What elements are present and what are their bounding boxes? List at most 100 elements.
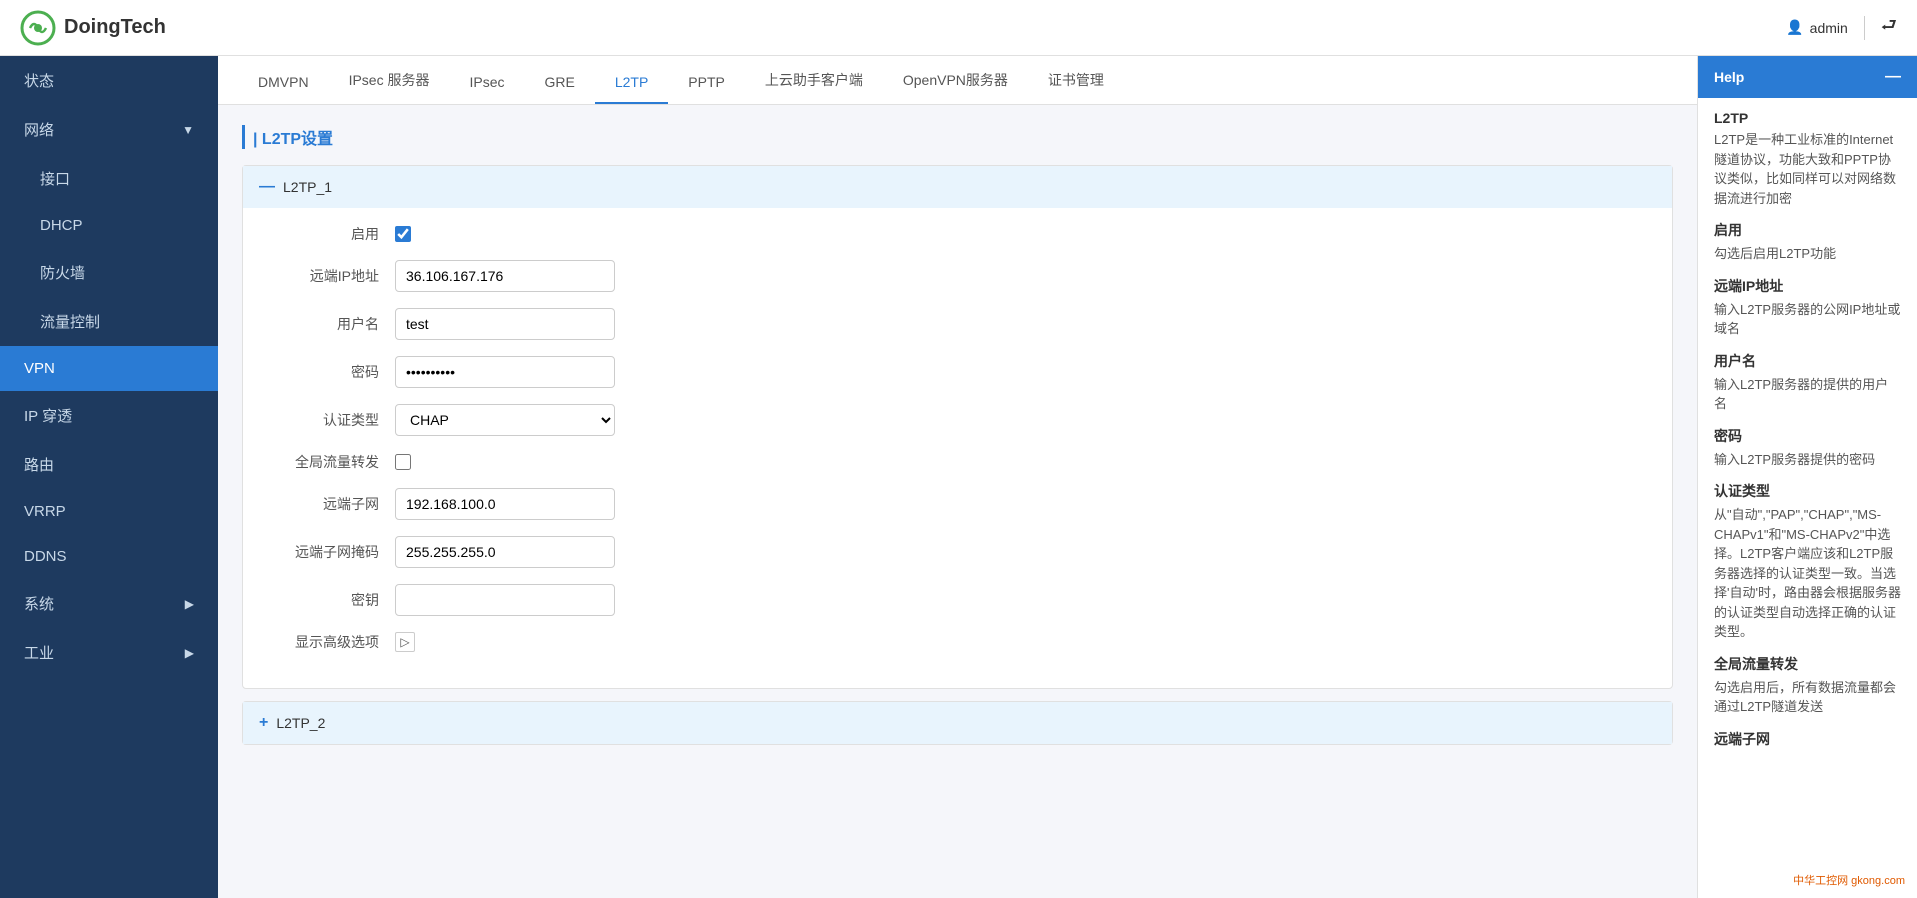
password-input[interactable]: [395, 356, 615, 388]
global-forward-label: 全局流量转发: [275, 452, 395, 472]
help-title: Help: [1714, 69, 1744, 85]
header-divider: [1864, 16, 1865, 40]
enable-checkbox[interactable]: [395, 226, 411, 242]
auth-type-select[interactable]: 自动 PAP CHAP MS-CHAPv1 MS-CHAPv2: [395, 404, 615, 436]
sidebar-item-ip-tunnel[interactable]: IP 穿透: [0, 391, 218, 440]
sidebar-item-firewall-label: 防火墙: [40, 262, 85, 283]
l2tp-1-header[interactable]: — L2TP_1: [243, 166, 1672, 208]
remote-mask-label: 远端子网掩码: [275, 542, 395, 562]
username-label: 用户名: [275, 314, 395, 334]
key-input[interactable]: [395, 584, 615, 616]
chevron-down-icon: ▼: [182, 123, 194, 137]
user-icon: 👤: [1786, 19, 1803, 36]
remote-ip-row: 远端IP地址: [275, 260, 1640, 292]
sidebar-item-route-label: 路由: [24, 454, 54, 475]
sidebar-item-vpn[interactable]: VPN: [0, 346, 218, 391]
l2tp-1-title: L2TP_1: [283, 179, 332, 195]
remote-subnet-label: 远端子网: [275, 494, 395, 514]
help-password-text: 输入L2TP服务器提供的密码: [1714, 450, 1901, 470]
sidebar-item-network[interactable]: 网络 ▼: [0, 105, 218, 154]
sidebar-item-vpn-label: VPN: [24, 360, 55, 377]
l2tp-1-accordion: — L2TP_1 启用 远端IP地址: [242, 165, 1673, 689]
l2tp-2-accordion: + L2TP_2: [242, 701, 1673, 745]
password-row: 密码: [275, 356, 1640, 388]
sidebar-item-traffic-label: 流量控制: [40, 311, 100, 332]
help-remote-ip-title: 远端IP地址: [1714, 276, 1901, 296]
sidebar-item-firewall[interactable]: 防火墙: [0, 248, 218, 297]
tab-bar: DMVPN IPsec 服务器 IPsec GRE L2TP PPTP 上云助手…: [218, 56, 1697, 105]
logout-button[interactable]: ⮐: [1881, 13, 1897, 43]
auth-type-label: 认证类型: [275, 410, 395, 430]
show-advanced-row: 显示高级选项 ▷: [275, 632, 1640, 652]
tab-dmvpn[interactable]: DMVPN: [238, 60, 329, 104]
sidebar-item-status-label: 状态: [24, 70, 54, 91]
show-advanced-label: 显示高级选项: [275, 632, 395, 652]
sidebar-item-network-label: 网络: [24, 119, 54, 140]
content-area: DMVPN IPsec 服务器 IPsec GRE L2TP PPTP 上云助手…: [218, 56, 1697, 898]
help-forward-text: 勾选启用后，所有数据流量都会通过L2TP隧道发送: [1714, 678, 1901, 717]
help-enable-title: 启用: [1714, 220, 1901, 240]
key-row: 密钥: [275, 584, 1640, 616]
logo-text: DoingTech: [64, 16, 166, 39]
tab-cloud-client[interactable]: 上云助手客户端: [745, 56, 883, 104]
help-l2tp-text: L2TP是一种工业标准的Internet隧道协议，功能大致和PPTP协议类似，比…: [1714, 130, 1901, 208]
help-close-button[interactable]: —: [1885, 68, 1901, 86]
help-l2tp-title: L2TP: [1714, 110, 1901, 126]
help-subnet-title: 远端子网: [1714, 729, 1901, 749]
sidebar-item-industrial-label: 工业: [24, 642, 54, 663]
l2tp-2-title: L2TP_2: [276, 715, 325, 731]
tab-gre[interactable]: GRE: [524, 60, 594, 104]
remote-subnet-row: 远端子网: [275, 488, 1640, 520]
global-forward-row: 全局流量转发: [275, 452, 1640, 472]
chevron-right-icon: ▶: [185, 597, 194, 611]
sidebar-item-dhcp-label: DHCP: [40, 217, 83, 234]
tab-ipsec[interactable]: IPsec: [449, 60, 524, 104]
l2tp-2-header[interactable]: + L2TP_2: [243, 702, 1672, 744]
global-forward-checkbox[interactable]: [395, 454, 411, 470]
sidebar-item-ddns[interactable]: DDNS: [0, 534, 218, 579]
tab-openvpn[interactable]: OpenVPN服务器: [883, 56, 1028, 104]
sidebar-item-industrial[interactable]: 工业 ▶: [0, 628, 218, 677]
logo: DoingTech: [20, 10, 166, 46]
sidebar-item-status[interactable]: 状态: [0, 56, 218, 105]
main-layout: 状态 网络 ▼ 接口 DHCP 防火墙 流量控制 VPN IP 穿透 路由 VR…: [0, 56, 1917, 898]
help-auth-title: 认证类型: [1714, 481, 1901, 501]
tab-cert[interactable]: 证书管理: [1028, 56, 1124, 104]
sidebar-item-ddns-label: DDNS: [24, 548, 67, 565]
remote-mask-input[interactable]: [395, 536, 615, 568]
sidebar-item-ip-tunnel-label: IP 穿透: [24, 405, 72, 426]
sidebar-item-vrrp-label: VRRP: [24, 503, 66, 520]
tab-pptp[interactable]: PPTP: [668, 60, 745, 104]
user-info: 👤 admin: [1786, 19, 1848, 36]
help-content: L2TP L2TP是一种工业标准的Internet隧道协议，功能大致和PPTP协…: [1698, 98, 1917, 765]
sidebar-item-interface-label: 接口: [40, 168, 70, 189]
header-right: 👤 admin ⮐: [1786, 13, 1897, 43]
username-input[interactable]: [395, 308, 615, 340]
plus-icon: +: [259, 714, 268, 732]
remote-ip-input[interactable]: [395, 260, 615, 292]
logo-icon: [20, 10, 56, 46]
tab-l2tp[interactable]: L2TP: [595, 60, 668, 104]
section-title: | L2TP设置: [242, 125, 1673, 149]
remote-subnet-input[interactable]: [395, 488, 615, 520]
tab-ipsec-server[interactable]: IPsec 服务器: [329, 56, 450, 104]
sidebar-item-interface[interactable]: 接口: [0, 154, 218, 203]
sidebar-item-vrrp[interactable]: VRRP: [0, 489, 218, 534]
help-enable-text: 勾选后启用L2TP功能: [1714, 244, 1901, 264]
help-auth-text: 从"自动","PAP","CHAP","MS-CHAPv1"和"MS-CHAPv…: [1714, 505, 1901, 642]
password-label: 密码: [275, 362, 395, 382]
sidebar-item-system[interactable]: 系统 ▶: [0, 579, 218, 628]
username: admin: [1810, 20, 1848, 36]
show-advanced-button[interactable]: ▷: [395, 632, 415, 652]
remote-ip-label: 远端IP地址: [275, 266, 395, 286]
sidebar-item-dhcp[interactable]: DHCP: [0, 203, 218, 248]
sidebar-item-traffic[interactable]: 流量控制: [0, 297, 218, 346]
sidebar-item-route[interactable]: 路由: [0, 440, 218, 489]
help-username-title: 用户名: [1714, 351, 1901, 371]
key-label: 密钥: [275, 590, 395, 610]
help-panel: Help — L2TP L2TP是一种工业标准的Internet隧道协议，功能大…: [1697, 56, 1917, 898]
chevron-right-icon-2: ▶: [185, 646, 194, 660]
header: DoingTech 👤 admin ⮐: [0, 0, 1917, 56]
help-forward-title: 全局流量转发: [1714, 654, 1901, 674]
help-username-text: 输入L2TP服务器的提供的用户名: [1714, 375, 1901, 414]
